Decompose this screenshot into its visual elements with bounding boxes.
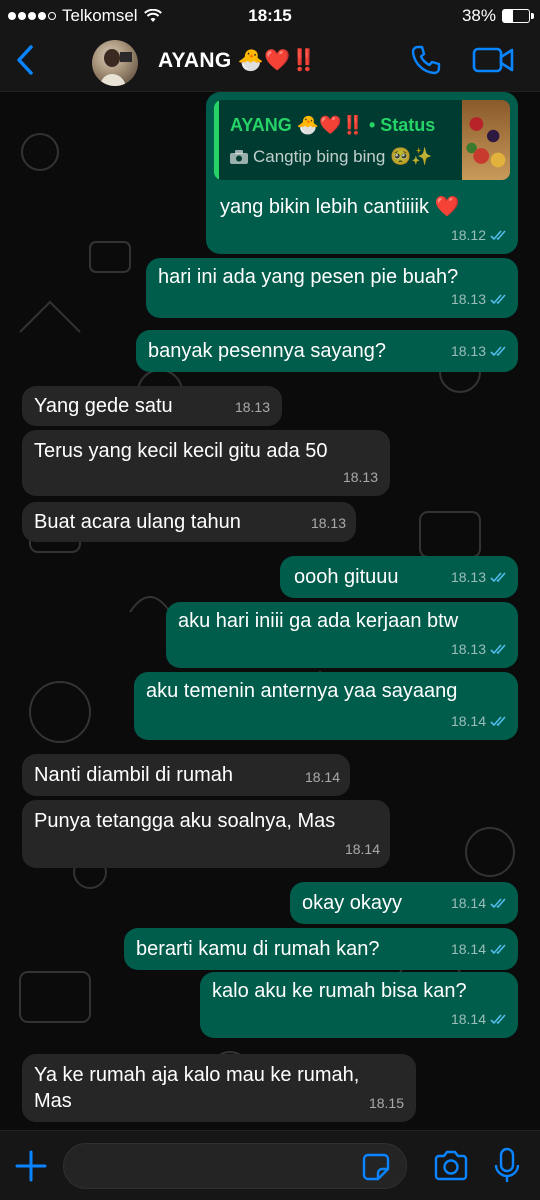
message-meta: 18.14 [345, 836, 380, 862]
message-text: Punya tetangga aku soalnya, Mas [34, 810, 336, 832]
battery-icon [502, 9, 534, 23]
read-ticks-icon [490, 1014, 506, 1025]
message-text: Buat acara ulang tahun [34, 511, 241, 533]
message-bubble-out[interactable]: banyak pesennya sayang? 18.13 [136, 330, 518, 372]
message-bubble-out[interactable]: aku temenin anternya yaa sayaang 18.14 [134, 672, 518, 740]
message-meta: 18.14 [305, 764, 340, 790]
message-time: 18.13 [450, 569, 486, 585]
camera-icon[interactable] [433, 1150, 469, 1182]
message-meta: 18.13 [343, 464, 378, 490]
quote-accent-bar [214, 100, 219, 180]
message-text: okay okayy [302, 892, 403, 914]
chat-area[interactable]: AYANG 🐣❤️‼️ • Status Cangtip bing bing 🥺… [0, 92, 540, 1130]
message-text-line2: Mas [34, 1090, 72, 1112]
video-call-icon[interactable] [472, 44, 514, 76]
status-thumbnail [462, 100, 510, 180]
message-time: 18.15 [368, 1095, 404, 1111]
message-time: 18.14 [450, 713, 486, 729]
message-time: 18.14 [344, 841, 380, 857]
contact-name[interactable]: AYANG 🐣❤️‼️ [158, 49, 317, 73]
message-meta: 18.15 [369, 1090, 404, 1116]
message-bubble-in[interactable]: Ya ke rumah aja kalo mau ke rumah, Mas 1… [22, 1054, 416, 1122]
battery-status: 38% [461, 6, 534, 26]
read-ticks-icon [490, 716, 506, 727]
message-time: 18.14 [450, 941, 486, 957]
message-meta: 18.13 [451, 286, 510, 312]
message-time: 18.13 [450, 291, 486, 307]
message-meta: 18.13 [451, 564, 510, 590]
quote-title: AYANG 🐣❤️‼️ • Status [230, 115, 436, 135]
message-text: yang bikin lebih cantiiiik ❤️ [220, 196, 460, 218]
clock: 18:15 [248, 6, 292, 25]
quote-text: Cangtip bing bing 🥺✨ [230, 144, 432, 170]
microphone-icon[interactable] [494, 1147, 520, 1185]
message-bubble-in[interactable]: Punya tetangga aku soalnya, Mas 18.14 [22, 800, 390, 868]
message-meta: 18.13 [311, 510, 346, 536]
message-meta: 18.14 [451, 1006, 510, 1032]
message-bubble-in[interactable]: Buat acara ulang tahun 18.13 [22, 502, 356, 542]
message-meta: 18.14 [451, 936, 510, 962]
message-text: aku temenin anternya yaa sayaang [146, 680, 458, 702]
back-chevron-icon[interactable] [10, 40, 40, 80]
message-time: 18.14 [450, 1011, 486, 1027]
phone-call-icon[interactable] [410, 44, 442, 76]
message-meta: 18.13 [451, 338, 510, 364]
read-ticks-icon [490, 230, 506, 241]
message-text: hari ini ada yang pesen pie buah? [158, 266, 459, 288]
message-text: Terus yang kecil kecil gitu ada 50 [34, 440, 328, 462]
read-ticks-icon [490, 898, 506, 909]
message-meta: 18.13 [451, 636, 510, 662]
message-bubble-out[interactable]: AYANG 🐣❤️‼️ • Status Cangtip bing bing 🥺… [206, 92, 518, 254]
read-ticks-icon [490, 294, 506, 305]
contact-avatar[interactable] [92, 40, 138, 86]
message-bubble-out[interactable]: aku hari iniii ga ada kerjaan btw 18.13 [166, 602, 518, 668]
chat-header: AYANG 🐣❤️‼️ [0, 32, 540, 92]
read-ticks-icon [490, 346, 506, 357]
message-time: 18.14 [304, 769, 340, 785]
plus-icon[interactable] [14, 1149, 48, 1183]
battery-level [503, 10, 513, 22]
read-ticks-icon [490, 572, 506, 583]
avatar-photo [100, 49, 132, 86]
message-time: 18.13 [450, 343, 486, 359]
read-ticks-icon [490, 944, 506, 955]
message-bubble-out[interactable]: okay okayy 18.14 [290, 882, 518, 924]
message-bubble-out[interactable]: oooh gituuu 18.13 [280, 556, 518, 598]
quote-caption: Cangtip bing bing 🥺✨ [253, 147, 433, 166]
message-meta: 18.14 [451, 890, 510, 916]
message-text: berarti kamu di rumah kan? [136, 938, 380, 960]
message-input-bar [0, 1130, 540, 1200]
message-time: 18.12 [450, 227, 486, 243]
message-input[interactable] [63, 1143, 407, 1189]
message-time: 18.13 [234, 399, 270, 415]
message-time: 18.14 [450, 895, 486, 911]
message-text: aku hari iniii ga ada kerjaan btw [178, 610, 459, 632]
message-text: banyak pesennya sayang? [148, 340, 386, 362]
message-text: Ya ke rumah aja kalo mau ke rumah, [34, 1064, 360, 1086]
message-time: 18.13 [310, 515, 346, 531]
message-meta: 18.12 [451, 222, 510, 248]
battery-percent: 38% [461, 6, 496, 25]
status-bar: Telkomsel 18:15 38% [0, 0, 540, 32]
message-bubble-out[interactable]: kalo aku ke rumah bisa kan? 18.14 [200, 972, 518, 1038]
quoted-status[interactable]: AYANG 🐣❤️‼️ • Status Cangtip bing bing 🥺… [214, 100, 510, 180]
read-ticks-icon [490, 644, 506, 655]
message-text: oooh gituuu [294, 566, 399, 588]
message-bubble-out[interactable]: hari ini ada yang pesen pie buah? 18.13 [146, 258, 518, 318]
message-text: kalo aku ke rumah bisa kan? [212, 980, 467, 1002]
message-bubble-out[interactable]: berarti kamu di rumah kan? 18.14 [124, 928, 518, 970]
camera-small-icon [230, 150, 248, 164]
message-bubble-in[interactable]: Yang gede satu 18.13 [22, 386, 282, 426]
message-time: 18.13 [450, 641, 486, 657]
message-time: 18.13 [342, 469, 378, 485]
message-bubble-in[interactable]: Nanti diambil di rumah 18.14 [22, 754, 350, 796]
message-text: Nanti diambil di rumah [34, 764, 233, 786]
sticker-icon[interactable] [362, 1153, 390, 1181]
message-bubble-in[interactable]: Terus yang kecil kecil gitu ada 50 18.13 [22, 430, 390, 496]
message-text: Yang gede satu [34, 395, 173, 417]
message-meta: 18.13 [235, 394, 270, 420]
message-meta: 18.14 [451, 708, 510, 734]
